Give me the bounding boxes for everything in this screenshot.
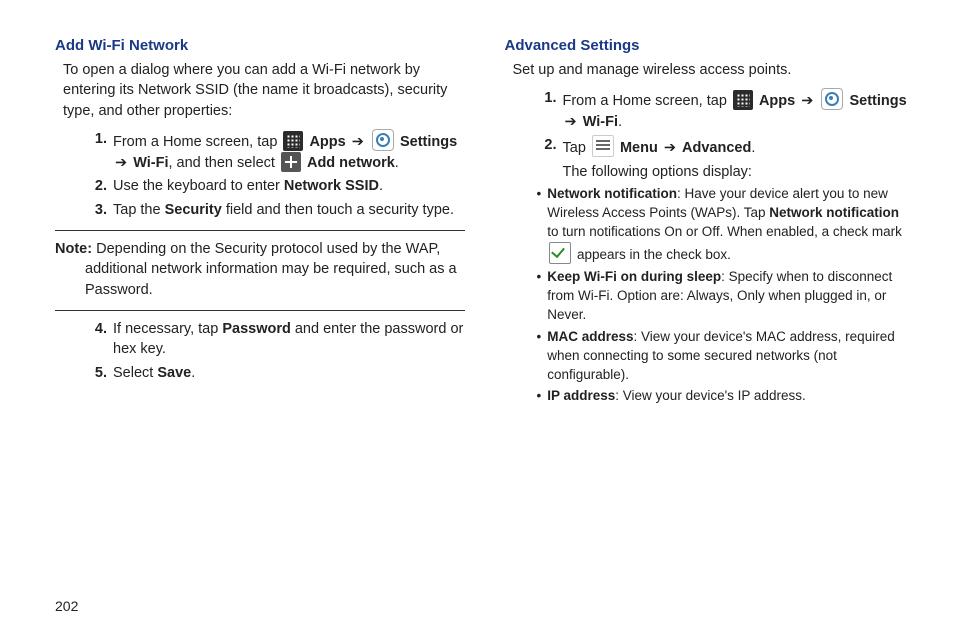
bullet-body: Network notification: Have your device a…	[547, 185, 914, 265]
step-number: 2.	[533, 135, 563, 183]
ordered-list-cont: 4. If necessary, tap Password and enter …	[55, 319, 465, 383]
bullet-body: IP address: View your device's IP addres…	[547, 387, 914, 406]
apps-label: Apps	[309, 134, 345, 150]
advanced-label: Advanced	[682, 140, 751, 156]
ordered-list: 1. From a Home screen, tap Apps ➔ Settin…	[55, 129, 465, 220]
settings-label: Settings	[849, 93, 906, 109]
bullet-body: MAC address: View your device's MAC addr…	[547, 328, 914, 385]
step-number: 4.	[83, 319, 113, 360]
arrow-icon: ➔	[113, 155, 129, 171]
text: .	[379, 178, 383, 194]
bullet-mac: • MAC address: View your device's MAC ad…	[537, 328, 915, 385]
arrow-icon: ➔	[662, 140, 678, 156]
bullet-dot: •	[537, 328, 548, 385]
step-2: 2. Use the keyboard to enter Network SSI…	[83, 176, 465, 196]
label: IP address	[547, 388, 615, 403]
apps-icon	[733, 90, 753, 110]
label: Keep Wi-Fi on during sleep	[547, 269, 721, 284]
wifi-label: Wi-Fi	[133, 155, 168, 171]
bullet-dot: •	[537, 268, 548, 325]
step-body: Tap Menu ➔ Advanced. The following optio…	[563, 135, 915, 183]
plus-icon	[281, 152, 301, 172]
apps-label: Apps	[759, 93, 795, 109]
divider	[55, 310, 465, 311]
text: Select	[113, 365, 157, 381]
step-body: From a Home screen, tap Apps ➔ Settings …	[563, 88, 915, 132]
bullet-dot: •	[537, 185, 548, 265]
text: .	[618, 114, 622, 130]
step-1: 1. From a Home screen, tap Apps ➔ Settin…	[83, 129, 465, 174]
heading-advanced: Advanced Settings	[505, 35, 915, 56]
text: field and then touch a security type.	[222, 202, 454, 218]
following-text: The following options display:	[563, 162, 915, 182]
bullet-keep-wifi: • Keep Wi-Fi on during sleep: Specify wh…	[537, 268, 915, 325]
label: Network notification	[769, 205, 899, 220]
label: Network notification	[547, 186, 677, 201]
note-body: Depending on the Security protocol used …	[85, 241, 457, 298]
text: .	[191, 365, 195, 381]
text: Tap the	[113, 202, 165, 218]
right-column: Advanced Settings Set up and manage wire…	[505, 35, 915, 409]
intro-text: To open a dialog where you can add a Wi-…	[63, 60, 465, 121]
text: , and then select	[169, 155, 279, 171]
security-label: Security	[165, 202, 222, 218]
text: From a Home screen, tap	[563, 93, 731, 109]
columns: Add Wi-Fi Network To open a dialog where…	[55, 35, 914, 409]
ordered-list: 1. From a Home screen, tap Apps ➔ Settin…	[505, 88, 915, 182]
bullet-dot: •	[537, 387, 548, 406]
arrow-icon: ➔	[799, 93, 815, 109]
step-number: 3.	[83, 200, 113, 220]
step-number: 1.	[533, 88, 563, 132]
divider	[55, 230, 465, 231]
settings-label: Settings	[400, 134, 457, 150]
menu-label: Menu	[620, 140, 658, 156]
arrow-icon: ➔	[563, 114, 579, 130]
step-3: 3. Tap the Security field and then touch…	[83, 200, 465, 220]
check-icon	[549, 242, 571, 264]
arrow-icon: ➔	[350, 134, 366, 150]
text: .	[395, 155, 399, 171]
step-2: 2. Tap Menu ➔ Advanced. The following op…	[533, 135, 915, 183]
step-number: 1.	[83, 129, 113, 174]
text: Use the keyboard to enter	[113, 178, 284, 194]
left-column: Add Wi-Fi Network To open a dialog where…	[55, 35, 465, 409]
step-body: From a Home screen, tap Apps ➔ Settings …	[113, 129, 465, 174]
text: appears in the check box.	[573, 247, 731, 262]
step-1: 1. From a Home screen, tap Apps ➔ Settin…	[533, 88, 915, 132]
text: to turn notifications On or Off. When en…	[547, 224, 902, 239]
step-number: 2.	[83, 176, 113, 196]
settings-icon	[372, 129, 394, 151]
step-body: Select Save.	[113, 363, 465, 383]
add-network-label: Add network	[307, 155, 395, 171]
step-5: 5. Select Save.	[83, 363, 465, 383]
step-4: 4. If necessary, tap Password and enter …	[83, 319, 465, 360]
step-body: Use the keyboard to enter Network SSID.	[113, 176, 465, 196]
heading-add-wifi: Add Wi-Fi Network	[55, 35, 465, 56]
wifi-label: Wi-Fi	[583, 114, 618, 130]
step-body: If necessary, tap Password and enter the…	[113, 319, 465, 360]
note: Note: Depending on the Security protocol…	[55, 239, 465, 300]
text: If necessary, tap	[113, 321, 222, 337]
password-label: Password	[222, 321, 291, 337]
settings-icon	[821, 88, 843, 110]
page-number: 202	[55, 598, 78, 614]
bullet-network-notification: • Network notification: Have your device…	[537, 185, 915, 265]
label: MAC address	[547, 329, 633, 344]
text: Tap	[563, 140, 590, 156]
save-label: Save	[157, 365, 191, 381]
page: Add Wi-Fi Network To open a dialog where…	[0, 0, 954, 636]
note-label: Note:	[55, 241, 92, 257]
step-body: Tap the Security field and then touch a …	[113, 200, 465, 220]
text: : View your device's IP address.	[615, 388, 805, 403]
bullet-body: Keep Wi-Fi on during sleep: Specify when…	[547, 268, 914, 325]
apps-icon	[283, 131, 303, 151]
ssid-label: Network SSID	[284, 178, 379, 194]
text: .	[751, 140, 755, 156]
step-number: 5.	[83, 363, 113, 383]
menu-icon	[592, 135, 614, 157]
text: From a Home screen, tap	[113, 134, 281, 150]
intro-text: Set up and manage wireless access points…	[513, 60, 915, 80]
bullet-ip: • IP address: View your device's IP addr…	[537, 387, 915, 406]
